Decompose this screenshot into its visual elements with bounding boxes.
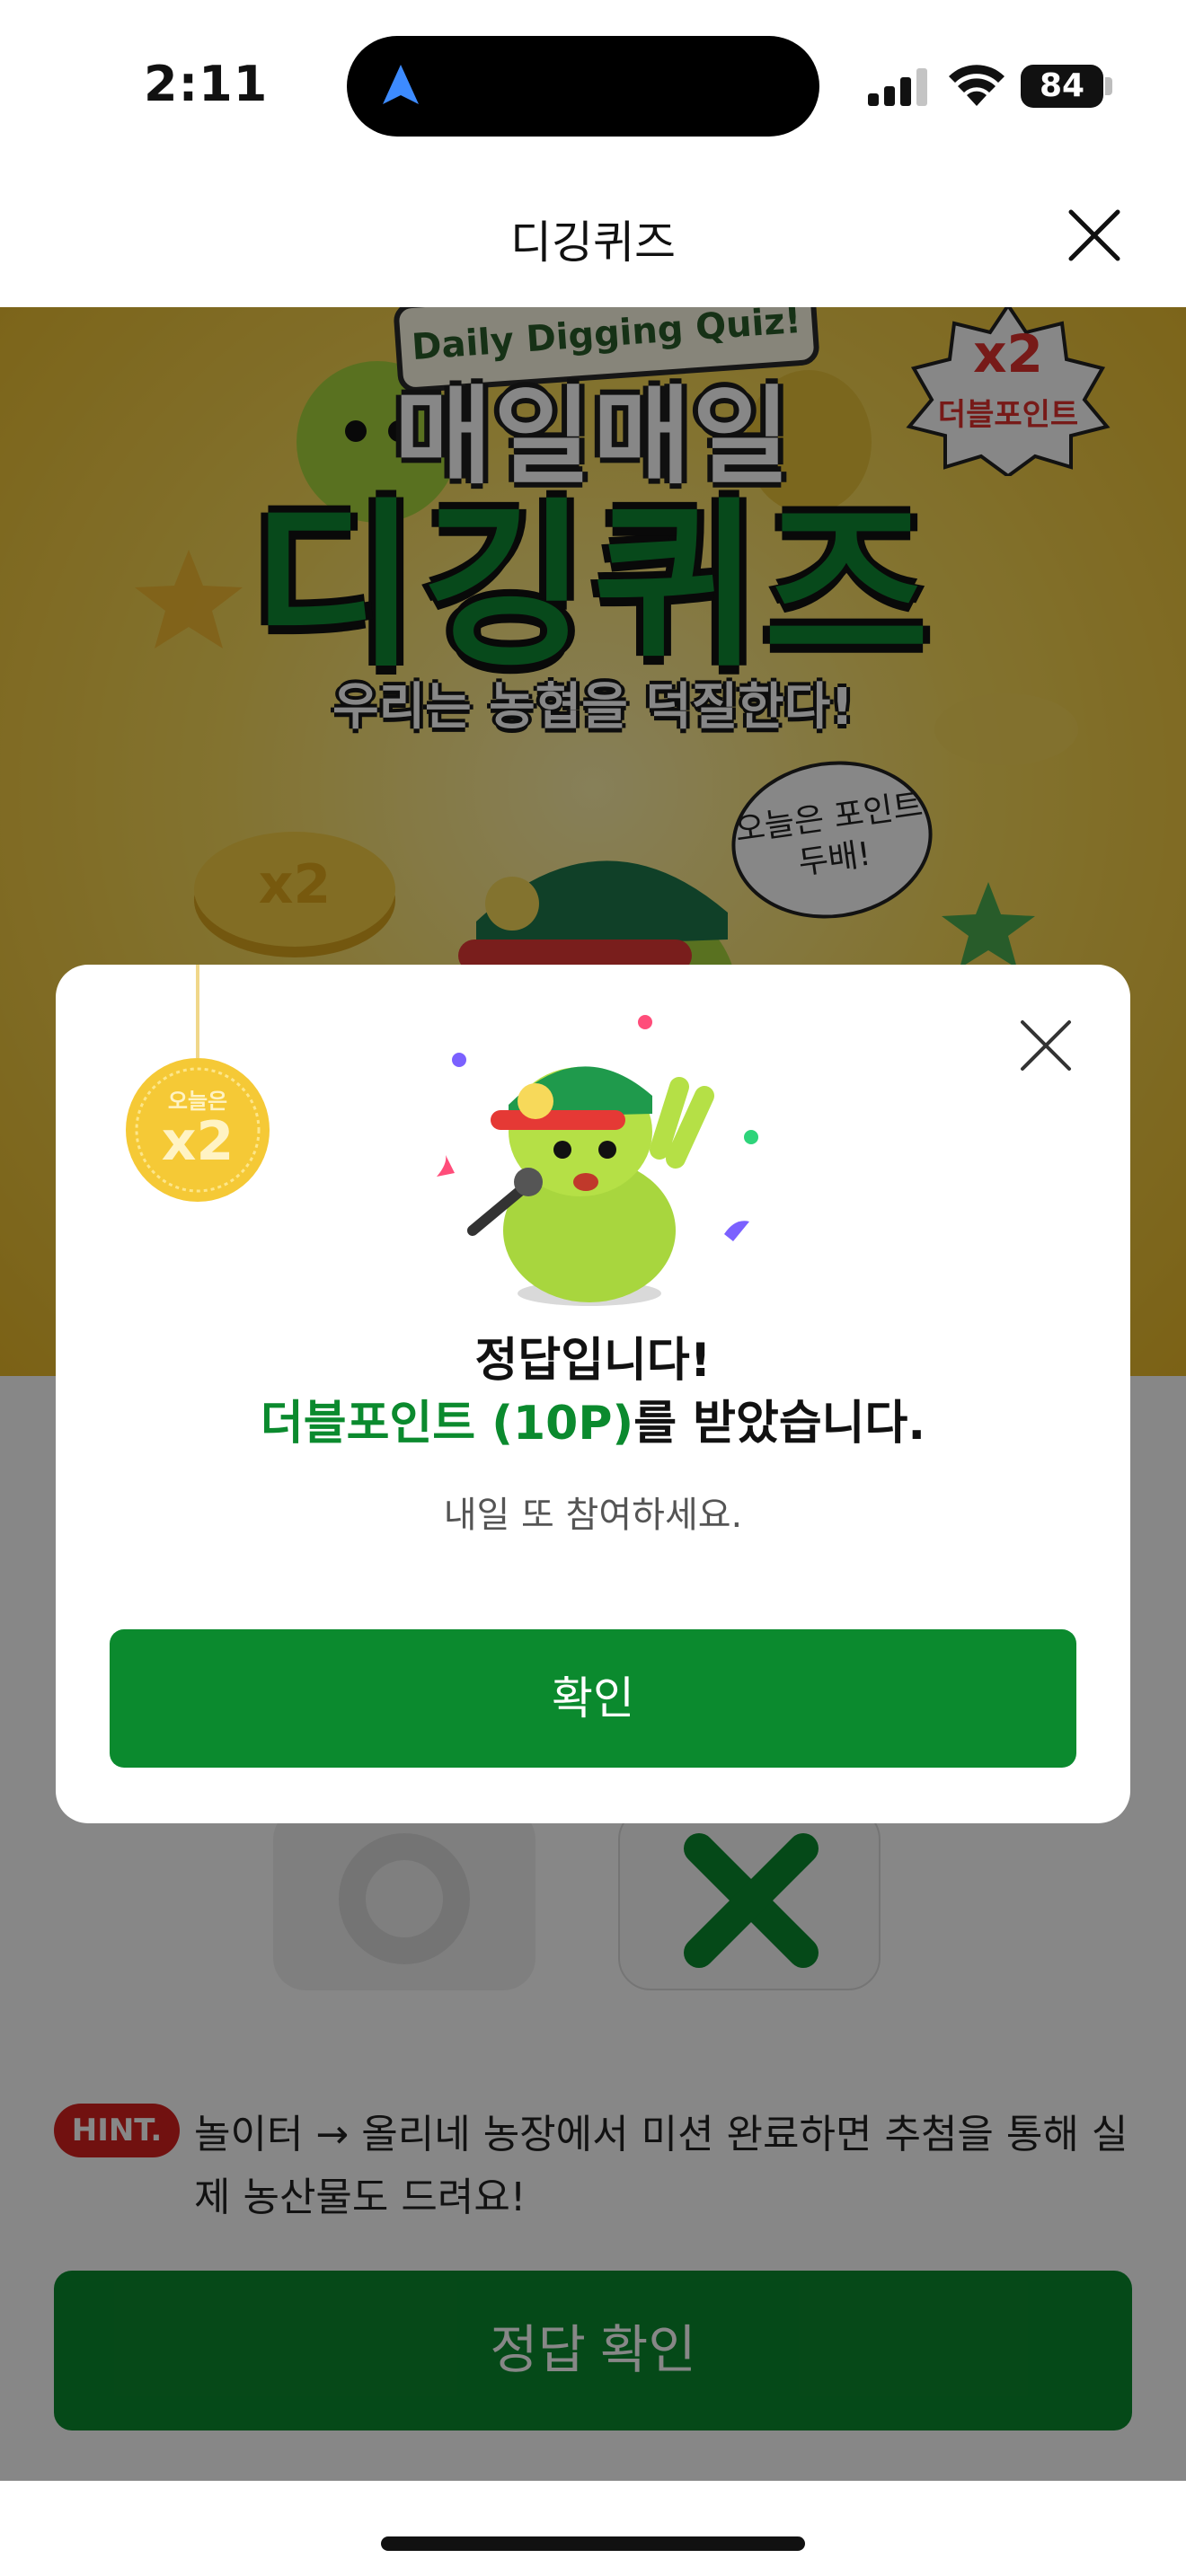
- modal-message-suffix: 를 받았습니다.: [633, 1397, 926, 1451]
- double-medal: 오늘은 x2: [124, 1056, 271, 1204]
- dynamic-island: [347, 36, 819, 137]
- wifi-icon: [949, 65, 1005, 106]
- status-bar: 2:11 84: [0, 0, 1186, 162]
- nav-header: 디깅퀴즈: [0, 162, 1186, 307]
- status-time: 2:11: [144, 56, 269, 112]
- medal-string: [196, 965, 199, 1058]
- location-arrow-icon: [383, 65, 419, 104]
- modal-highlight: 더블포인트 (10P): [260, 1397, 634, 1451]
- modal-message: 더블포인트 (10P)를 받았습니다.: [56, 1392, 1130, 1455]
- close-icon[interactable]: [1066, 207, 1123, 264]
- bottom-safe-area: [0, 2481, 1186, 2576]
- battery-icon: 84: [1021, 65, 1103, 108]
- home-indicator[interactable]: [381, 2536, 805, 2551]
- modal-close-icon[interactable]: [1017, 1017, 1075, 1074]
- modal-description: 내일 또 참여하세요.: [443, 1495, 743, 1536]
- modal-title: 정답입니다!: [474, 1334, 712, 1388]
- confirm-button[interactable]: 확인: [110, 1629, 1076, 1768]
- battery-cap: [1105, 77, 1112, 95]
- page-title: 디깅퀴즈: [510, 216, 676, 269]
- battery-level: 84: [1039, 67, 1085, 104]
- medal-x2: x2: [161, 1110, 235, 1173]
- cellular-signal-icon: [868, 68, 927, 106]
- mascot-illustration: [437, 1015, 758, 1306]
